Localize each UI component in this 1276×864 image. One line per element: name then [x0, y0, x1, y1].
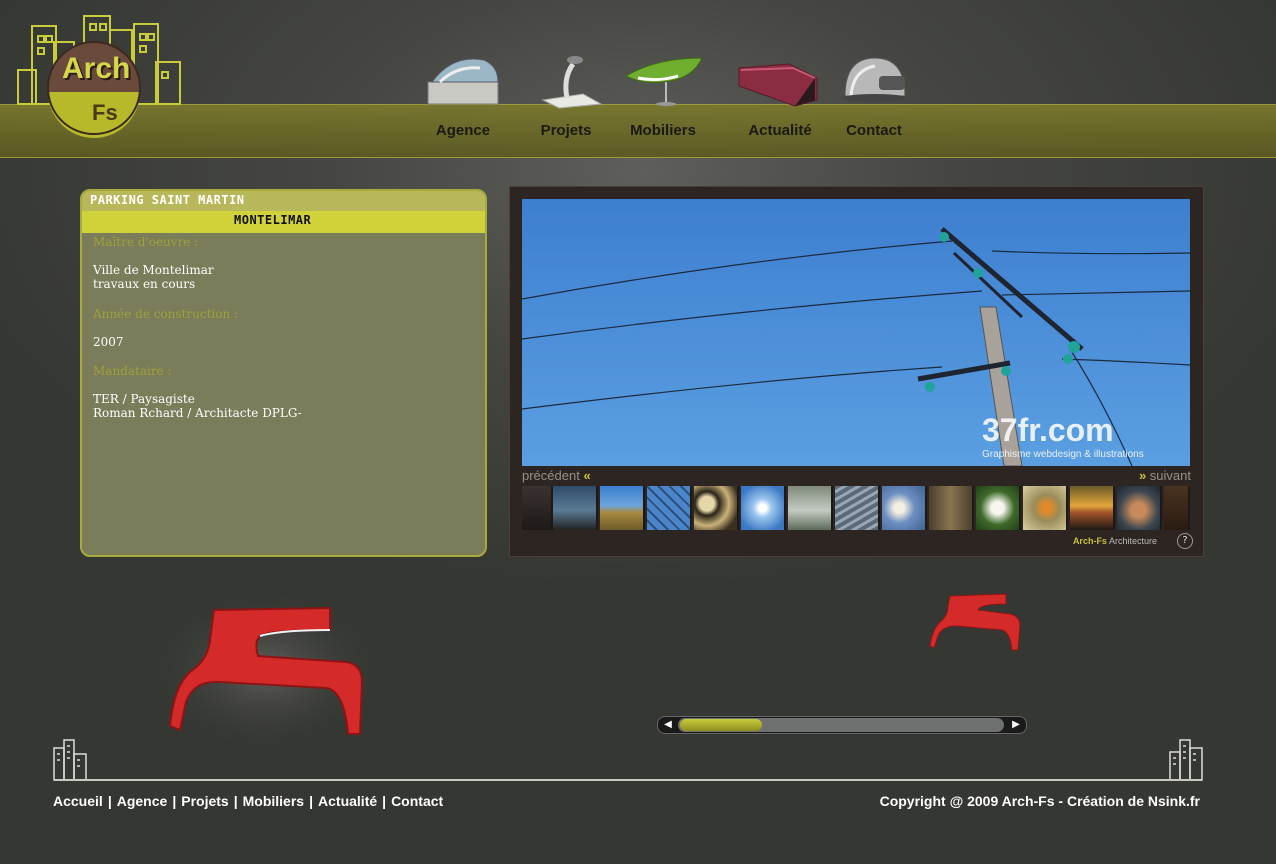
- owner-label: Maître d'oeuvre :: [93, 235, 199, 249]
- gallery-credit: Arch-Fs Architecture: [1073, 536, 1157, 546]
- separator: |: [172, 793, 177, 809]
- scroll-right-button[interactable]: ▶: [1007, 717, 1025, 733]
- previous-label: précédent: [522, 468, 580, 483]
- thumbnail[interactable]: [553, 486, 598, 530]
- horizontal-scrollbar[interactable]: ◀ ▶: [657, 716, 1027, 734]
- watermark-text: 37fr.com: [982, 412, 1114, 448]
- thumbnail[interactable]: [788, 486, 833, 530]
- nav-label: Contact: [846, 122, 902, 139]
- logo-text: Arch: [62, 52, 131, 85]
- nav-actualite[interactable]: Actualité: [730, 48, 830, 148]
- project-info-panel: PARKING SAINT MARTIN MONTELIMAR Maître d…: [80, 189, 487, 557]
- previous-button[interactable]: précédent «: [522, 468, 591, 483]
- scroll-left-button[interactable]: ◀: [659, 717, 677, 733]
- sofa-icon: [738, 63, 818, 107]
- thumbnail[interactable]: [835, 486, 880, 530]
- help-icon[interactable]: ?: [1177, 533, 1193, 549]
- separator: |: [233, 793, 238, 809]
- panel-header: PARKING SAINT MARTIN MONTELIMAR: [82, 191, 485, 233]
- red-chair-small-image: [929, 593, 1021, 651]
- year-label: Année de construction :: [93, 307, 239, 321]
- double-chevron-left-icon: «: [583, 468, 591, 483]
- thumbnail[interactable]: [1164, 486, 1190, 530]
- nav-mobiliers[interactable]: Mobiliers: [613, 48, 713, 148]
- project-title: PARKING SAINT MARTIN: [90, 193, 245, 207]
- nav-projets[interactable]: Projets: [516, 48, 616, 148]
- nav-contact[interactable]: Contact: [824, 48, 924, 148]
- building-sketch-right-icon: [1169, 739, 1203, 781]
- thumbnail[interactable]: [929, 486, 974, 530]
- scroll-thumb[interactable]: [680, 719, 762, 731]
- thumbnail[interactable]: [1117, 486, 1162, 530]
- footer-link-agence[interactable]: Agence: [117, 793, 168, 809]
- building-sketch-left-icon: [53, 739, 87, 781]
- thumbnail-strip: [522, 486, 1190, 530]
- year-value: 2007: [93, 335, 124, 349]
- copyright-text: Copyright @ 2009 Arch-Fs - Création de N…: [879, 793, 1200, 809]
- mandate-value-line-2: Roman Rchard / Architacte DPLG-: [93, 406, 302, 420]
- thumbnail[interactable]: [741, 486, 786, 530]
- footer-link-actualite[interactable]: Actualité: [318, 793, 377, 809]
- thumbnail[interactable]: [1070, 486, 1115, 530]
- thumbnail[interactable]: [976, 486, 1021, 530]
- red-chair-large-image: [150, 590, 380, 750]
- nav-label: Projets: [540, 122, 592, 139]
- site-logo[interactable]: Arch Fs: [14, 12, 189, 152]
- next-label: suivant: [1149, 468, 1191, 483]
- watermark-subtext: Graphisme webdesign & illustrations: [982, 449, 1144, 460]
- nav-label: Actualité: [748, 122, 812, 139]
- main-photo[interactable]: 37fr.com Graphisme webdesign & illustrat…: [522, 199, 1190, 466]
- chair-icon: [624, 57, 703, 106]
- footer-divider: [55, 779, 1202, 781]
- footer-nav: Accueil | Agence | Projets | Mobiliers | Actuali…: [53, 793, 443, 809]
- footer-link-accueil[interactable]: Accueil: [53, 793, 103, 809]
- footer-link-projets[interactable]: Projets: [181, 793, 228, 809]
- separator: |: [309, 793, 314, 809]
- owner-value-line-1: Ville de Montelimar: [93, 263, 214, 277]
- footer-link-mobiliers[interactable]: Mobiliers: [243, 793, 304, 809]
- separator: |: [107, 793, 112, 809]
- nav-label: Agence: [435, 122, 491, 139]
- thumbnail[interactable]: [600, 486, 645, 530]
- next-button[interactable]: » suivant: [1139, 468, 1191, 483]
- mandate-value-line-1: TER / Paysagiste: [93, 392, 195, 406]
- power-pole-photo: 37fr.com Graphisme webdesign & illustrat…: [522, 199, 1190, 466]
- dome-icon: [843, 57, 907, 102]
- building-model-icon: [427, 58, 499, 105]
- thumbnail[interactable]: [882, 486, 927, 530]
- thumbnail[interactable]: [522, 486, 553, 530]
- sculpture-lamp-icon: [541, 56, 603, 109]
- credit-brand: Arch-Fs: [1072, 536, 1107, 546]
- owner-value-line-2: travaux en cours: [93, 277, 196, 291]
- footer-link-contact[interactable]: Contact: [391, 793, 443, 809]
- separator: |: [382, 793, 387, 809]
- double-chevron-right-icon: »: [1138, 468, 1147, 483]
- photo-gallery: 37fr.com Graphisme webdesign & illustrat…: [509, 186, 1204, 557]
- thumbnail[interactable]: [694, 486, 739, 530]
- thumbnail[interactable]: [647, 486, 692, 530]
- nav-agence[interactable]: Agence: [413, 48, 513, 148]
- nav-label: Mobiliers: [630, 122, 696, 139]
- mandate-label: Mandataire :: [93, 364, 172, 378]
- project-city: MONTELIMAR: [234, 213, 312, 227]
- thumbnail[interactable]: [1023, 486, 1068, 530]
- logo-subtext: Fs: [92, 100, 118, 125]
- credit-text: Architecture: [1108, 536, 1157, 546]
